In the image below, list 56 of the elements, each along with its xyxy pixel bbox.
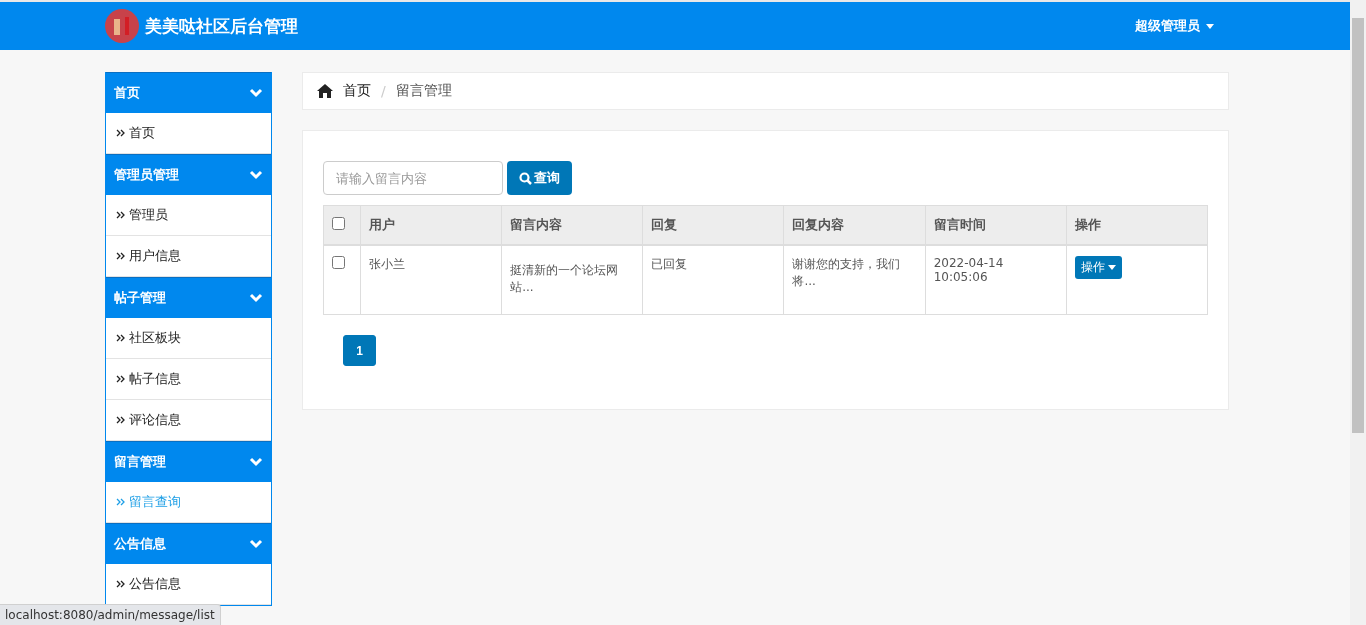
double-chevron-icon [116, 416, 125, 424]
home-icon [317, 84, 333, 98]
double-chevron-icon [116, 580, 125, 588]
table-cell: 谢谢您的支持，我们将... [783, 245, 926, 315]
sidebar-item[interactable]: 管理员 [106, 195, 271, 236]
sidebar-item[interactable]: 帖子信息 [106, 359, 271, 400]
app-title: 美美哒社区后台管理 [145, 14, 299, 38]
chevron-down-icon [249, 293, 263, 303]
chevron-down-icon [249, 539, 263, 549]
search-field[interactable]: 请输入留言内容 [323, 161, 503, 195]
group-title: 留言管理 [114, 453, 166, 471]
action-dropdown-button[interactable]: 操作 [1074, 256, 1122, 279]
chevron-down-icon [249, 88, 263, 98]
sidebar-group-header[interactable]: 公告信息 [106, 523, 271, 564]
scrollbar-thumb[interactable] [1352, 18, 1364, 433]
sidebar-group-header[interactable]: 首页 [106, 72, 271, 113]
select-all-checkbox[interactable] [332, 217, 345, 230]
search-icon [519, 171, 532, 185]
group-title: 公告信息 [114, 535, 166, 553]
row-checkbox[interactable] [332, 256, 345, 269]
breadcrumb-link[interactable]: 留言管理 [395, 82, 452, 100]
double-chevron-icon [116, 375, 125, 383]
column-header: 留言时间 [925, 205, 1067, 245]
scrollbar[interactable] [1350, 0, 1366, 625]
table-cell: 张小兰 [360, 245, 502, 315]
group-title: 首页 [114, 84, 140, 102]
logo-icon [105, 9, 139, 43]
chevron-down-icon [249, 457, 263, 467]
page-button[interactable]: 1 [343, 335, 376, 366]
chevron-down-icon [249, 170, 263, 180]
sidebar-group-header[interactable]: 管理员管理 [106, 154, 271, 195]
double-chevron-icon [116, 252, 125, 260]
table-cell: 挺清新的一个论坛网站... [501, 245, 643, 315]
table-cell: 2022-04-14 10:05:06 [925, 245, 1067, 315]
group-title: 帖子管理 [114, 289, 166, 307]
breadcrumb-link[interactable]: 首页 [343, 82, 371, 100]
search-button[interactable]: 查询 [507, 161, 572, 195]
column-header: 留言内容 [501, 205, 643, 245]
table-cell: 已回复 [642, 245, 784, 315]
column-header: 回复 [642, 205, 784, 245]
column-header: 操作 [1066, 205, 1208, 245]
status-bar-url: localhost:8080/admin/message/list [0, 604, 221, 625]
caret-down-icon [1107, 265, 1116, 270]
double-chevron-icon [116, 498, 125, 506]
column-header: 用户 [360, 205, 502, 245]
user-menu-button[interactable]: 超级管理员 [1129, 16, 1220, 36]
sidebar-group-header[interactable]: 留言管理 [106, 441, 271, 482]
column-header: 回复内容 [783, 205, 926, 245]
caret-down-icon [1206, 23, 1214, 29]
double-chevron-icon [116, 129, 125, 137]
sidebar-group-header[interactable]: 帖子管理 [106, 277, 271, 318]
group-title: 管理员管理 [114, 166, 179, 184]
breadcrumb-separator: / [381, 83, 386, 99]
double-chevron-icon [116, 211, 125, 219]
sidebar-item[interactable]: 社区板块 [106, 318, 271, 359]
double-chevron-icon [116, 334, 125, 342]
